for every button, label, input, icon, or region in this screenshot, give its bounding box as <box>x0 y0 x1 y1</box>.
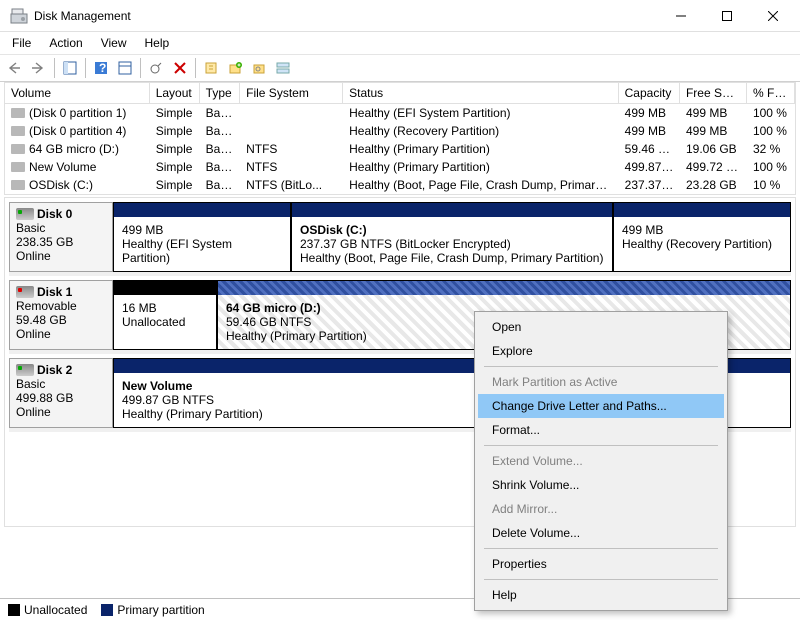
legend-unallocated: Unallocated <box>8 603 87 617</box>
menu-item[interactable]: Format... <box>478 418 724 442</box>
menu-bar: File Action View Help <box>0 32 800 54</box>
table-row[interactable]: 64 GB micro (D:)SimpleBasicNTFSHealthy (… <box>5 140 795 158</box>
delete-button[interactable] <box>169 57 191 79</box>
menu-item: Mark Partition as Active <box>478 370 724 394</box>
menu-item[interactable]: Open <box>478 315 724 339</box>
menu-separator <box>484 366 718 367</box>
table-row[interactable]: New VolumeSimpleBasicNTFSHealthy (Primar… <box>5 158 795 176</box>
partition[interactable]: 499 MBHealthy (Recovery Partition) <box>613 202 791 272</box>
table-row[interactable]: OSDisk (C:)SimpleBasicNTFS (BitLo...Heal… <box>5 176 795 194</box>
menu-separator <box>484 579 718 580</box>
table-row[interactable]: (Disk 0 partition 4)SimpleBasicHealthy (… <box>5 122 795 140</box>
window-title: Disk Management <box>34 9 658 23</box>
layout-button[interactable] <box>272 57 294 79</box>
volume-icon <box>11 144 25 154</box>
disk-icon <box>16 208 34 220</box>
back-button[interactable] <box>4 57 26 79</box>
partition[interactable]: 16 MBUnallocated <box>113 280 217 350</box>
toolbar-separator <box>195 58 196 78</box>
volume-icon <box>11 162 25 172</box>
col-volume[interactable]: Volume <box>5 83 150 103</box>
menu-item: Extend Volume... <box>478 449 724 473</box>
menu-item[interactable]: Shrink Volume... <box>478 473 724 497</box>
menu-separator <box>484 445 718 446</box>
maximize-button[interactable] <box>704 1 750 31</box>
volume-icon <box>11 126 25 136</box>
legend-primary: Primary partition <box>101 603 204 617</box>
settings-button[interactable] <box>200 57 222 79</box>
col-status[interactable]: Status <box>343 83 618 103</box>
menu-view[interactable]: View <box>93 34 135 52</box>
menu-help[interactable]: Help <box>137 34 178 52</box>
show-hide-tree-button[interactable] <box>59 57 81 79</box>
close-button[interactable] <box>750 1 796 31</box>
col-free[interactable]: Free Space <box>680 83 747 103</box>
forward-button[interactable] <box>28 57 50 79</box>
menu-action[interactable]: Action <box>41 34 90 52</box>
disk-header[interactable]: Disk 2Basic499.88 GBOnline <box>9 358 113 428</box>
col-type[interactable]: Type <box>200 83 240 103</box>
toolbar-separator <box>140 58 141 78</box>
volume-icon <box>11 180 25 190</box>
table-row[interactable]: (Disk 0 partition 1)SimpleBasicHealthy (… <box>5 104 795 122</box>
volume-grid: Volume Layout Type File System Status Ca… <box>4 82 796 195</box>
col-pctfree[interactable]: % Free <box>747 83 795 103</box>
menu-item[interactable]: Explore <box>478 339 724 363</box>
disk-icon <box>16 364 34 376</box>
col-filesystem[interactable]: File System <box>240 83 343 103</box>
menu-item[interactable]: Properties <box>478 552 724 576</box>
grid-header: Volume Layout Type File System Status Ca… <box>5 83 795 104</box>
menu-separator <box>484 548 718 549</box>
menu-item[interactable]: Help <box>478 583 724 607</box>
col-capacity[interactable]: Capacity <box>619 83 680 103</box>
minimize-button[interactable] <box>658 1 704 31</box>
volumes-button[interactable] <box>248 57 270 79</box>
context-menu: OpenExplore Mark Partition as ActiveChang… <box>474 311 728 611</box>
toolbar: ? <box>0 54 800 82</box>
disk-icon <box>16 286 34 298</box>
menu-item[interactable]: Delete Volume... <box>478 521 724 545</box>
disk-header[interactable]: Disk 1Removable59.48 GBOnline <box>9 280 113 350</box>
help-button[interactable]: ? <box>90 57 112 79</box>
app-icon <box>10 7 28 25</box>
toolbar-separator <box>85 58 86 78</box>
properties-button[interactable] <box>114 57 136 79</box>
title-bar: Disk Management <box>0 0 800 32</box>
svg-text:?: ? <box>99 61 106 75</box>
partition[interactable]: OSDisk (C:)237.37 GB NTFS (BitLocker Enc… <box>291 202 613 272</box>
refresh-button[interactable] <box>145 57 167 79</box>
volume-icon <box>11 108 25 118</box>
menu-item: Add Mirror... <box>478 497 724 521</box>
col-layout[interactable]: Layout <box>150 83 200 103</box>
disk-row: Disk 0Basic238.35 GBOnline499 MBHealthy … <box>9 202 791 276</box>
new-volume-button[interactable] <box>224 57 246 79</box>
menu-file[interactable]: File <box>4 34 39 52</box>
partition[interactable]: 499 MBHealthy (EFI System Partition) <box>113 202 291 272</box>
disk-header[interactable]: Disk 0Basic238.35 GBOnline <box>9 202 113 272</box>
menu-item[interactable]: Change Drive Letter and Paths... <box>478 394 724 418</box>
toolbar-separator <box>54 58 55 78</box>
